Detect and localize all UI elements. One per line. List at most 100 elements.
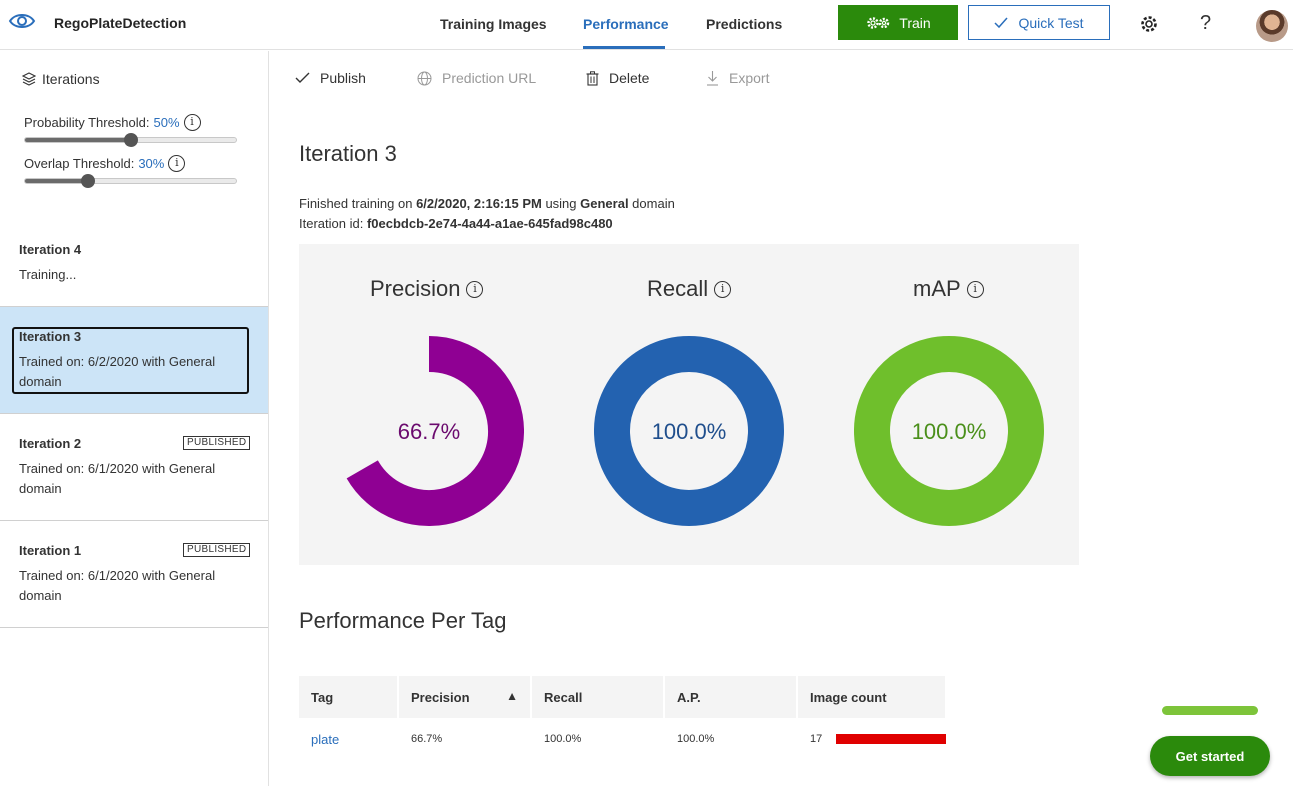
recall-title: Recall i [647, 276, 732, 302]
precision-title: Precision i [370, 276, 484, 302]
column-header-image-count[interactable]: Image count [798, 676, 947, 718]
iteration-heading: Iteration 3 [299, 141, 397, 166]
export-button[interactable]: Export [706, 70, 769, 86]
training-domain: General [580, 196, 629, 211]
slider-thumb[interactable] [123, 133, 138, 147]
precision-value: 66.7% [397, 419, 461, 444]
probability-threshold-slider[interactable] [24, 133, 237, 147]
settings-gear-icon[interactable] [1139, 14, 1159, 34]
column-header-tag[interactable]: Tag [299, 676, 399, 718]
iteration-item-4[interactable]: Iteration 4 Training... [0, 220, 268, 307]
tab-training-images[interactable]: Training Images [440, 16, 547, 32]
cell-precision: 66.7% [411, 733, 443, 745]
quick-test-button[interactable]: Quick Test [968, 5, 1110, 40]
iteration-title: Iteration 2 [19, 436, 82, 451]
finished-using: using [541, 196, 581, 211]
metrics-panel: Precision i 66.7% Recall i 100.0% mAP i … [299, 244, 1079, 565]
eye-logo-icon[interactable] [8, 10, 36, 32]
probability-threshold-value: 50% [153, 115, 180, 130]
tab-performance[interactable]: Performance [583, 16, 669, 32]
info-icon[interactable]: i [714, 280, 732, 298]
performance-per-tag-table: Tag Precision ▲ Recall A.P. Image count … [299, 676, 947, 760]
info-icon[interactable]: i [966, 280, 984, 298]
export-label: Export [729, 70, 770, 86]
probability-threshold-text: Probability Threshold: [24, 115, 150, 130]
user-avatar[interactable] [1256, 10, 1288, 42]
map-value: 100.0% [911, 419, 987, 444]
layers-icon [22, 72, 36, 86]
iteration-id-line: Iteration id: f0ecbdcb-2e74-4a44-a1ae-64… [299, 216, 613, 231]
gears-icon [867, 16, 890, 29]
overlap-threshold-value: 30% [138, 156, 165, 171]
info-icon[interactable]: i [183, 114, 201, 131]
help-icon[interactable]: ? [1200, 12, 1211, 35]
probability-threshold-label: Probability Threshold: 50% i [24, 114, 201, 131]
precision-label: Precision [370, 276, 461, 301]
column-header-precision-label: Precision [411, 689, 470, 705]
image-count-bar [836, 734, 947, 745]
get-started-progress [1162, 706, 1258, 715]
image-count-value: 17 [810, 733, 823, 745]
map-label: mAP [913, 276, 961, 301]
training-info-line: Finished training on 6/2/2020, 2:16:15 P… [299, 196, 675, 211]
finished-date: 6/2/2020, 2:16:15 PM [416, 196, 542, 211]
active-tab-indicator [583, 46, 665, 49]
column-header-precision[interactable]: Precision ▲ [399, 676, 532, 718]
checkmark-icon [295, 72, 310, 83]
iteration-title: Iteration 4 [19, 242, 82, 257]
iteration-title: Iteration 3 [19, 329, 82, 344]
delete-button[interactable]: Delete [586, 70, 649, 86]
publish-button[interactable]: Publish [295, 70, 366, 86]
iteration-title: Iteration 1 [19, 543, 82, 558]
quick-test-label: Quick Test [1018, 14, 1084, 31]
column-header-recall[interactable]: Recall [532, 676, 665, 718]
iteration-id-label: Iteration id: [299, 216, 367, 231]
published-badge: PUBLISHED [183, 436, 251, 450]
train-button[interactable]: Train [838, 5, 958, 40]
published-badge: PUBLISHED [183, 543, 251, 557]
iteration-item-1[interactable]: Iteration 1 PUBLISHED Trained on: 6/1/20… [0, 521, 268, 628]
cell-recall: 100.0% [544, 733, 582, 745]
overlap-threshold-text: Overlap Threshold: [24, 156, 135, 171]
slider-fill [25, 138, 131, 142]
recall-label: Recall [647, 276, 709, 301]
trash-icon [586, 70, 599, 86]
table-row: plate 66.7% 100.0% 100.0% 17 [299, 718, 947, 760]
iteration-item-3[interactable]: Iteration 3 Trained on: 6/2/2020 with Ge… [0, 307, 268, 414]
get-started-button[interactable]: Get started [1150, 736, 1270, 776]
slider-fill [25, 179, 89, 183]
finished-prefix: Finished training on [299, 196, 417, 211]
prediction-url-label: Prediction URL [442, 70, 537, 86]
prediction-url-button[interactable]: Prediction URL [417, 70, 536, 86]
column-header-ap[interactable]: A.P. [665, 676, 798, 718]
slider-thumb[interactable] [81, 174, 96, 188]
sort-ascending-icon[interactable]: ▲ [506, 689, 518, 703]
tag-link[interactable]: plate [299, 718, 399, 760]
delete-label: Delete [609, 70, 650, 86]
iterations-header: Iterations [22, 71, 100, 87]
tab-predictions[interactable]: Predictions [706, 16, 782, 32]
domain-suffix: domain [628, 196, 675, 211]
cell-image-count: 17 [798, 718, 947, 760]
recall-value: 100.0% [651, 419, 727, 444]
cell-ap: 100.0% [677, 733, 715, 745]
download-icon [707, 71, 718, 86]
iteration-id-value: f0ecbdcb-2e74-4a44-a1ae-645fad98c480 [366, 216, 613, 231]
iterations-sidebar: Iterations Probability Threshold: 50% i … [0, 51, 269, 786]
train-label: Train [899, 14, 931, 31]
top-bar: RegoPlateDetection Training Images Perfo… [0, 0, 1293, 50]
map-title: mAP i [913, 276, 984, 302]
table-header-row: Tag Precision ▲ Recall A.P. Image count [299, 676, 947, 718]
iteration-status: Trained on: 6/1/2020 with General domain [19, 461, 216, 496]
publish-label: Publish [320, 70, 366, 86]
overlap-threshold-slider[interactable] [24, 174, 237, 188]
checkmark-icon [994, 17, 1008, 28]
info-icon[interactable]: i [466, 280, 484, 298]
info-icon[interactable]: i [168, 155, 186, 172]
iteration-status: Training... [19, 267, 77, 282]
iterations-header-label: Iterations [42, 71, 100, 87]
iteration-item-2[interactable]: Iteration 2 PUBLISHED Trained on: 6/1/20… [0, 414, 268, 521]
iteration-status: Trained on: 6/1/2020 with General domain [19, 568, 216, 603]
globe-icon [417, 71, 432, 85]
app-name[interactable]: RegoPlateDetection [54, 15, 186, 31]
